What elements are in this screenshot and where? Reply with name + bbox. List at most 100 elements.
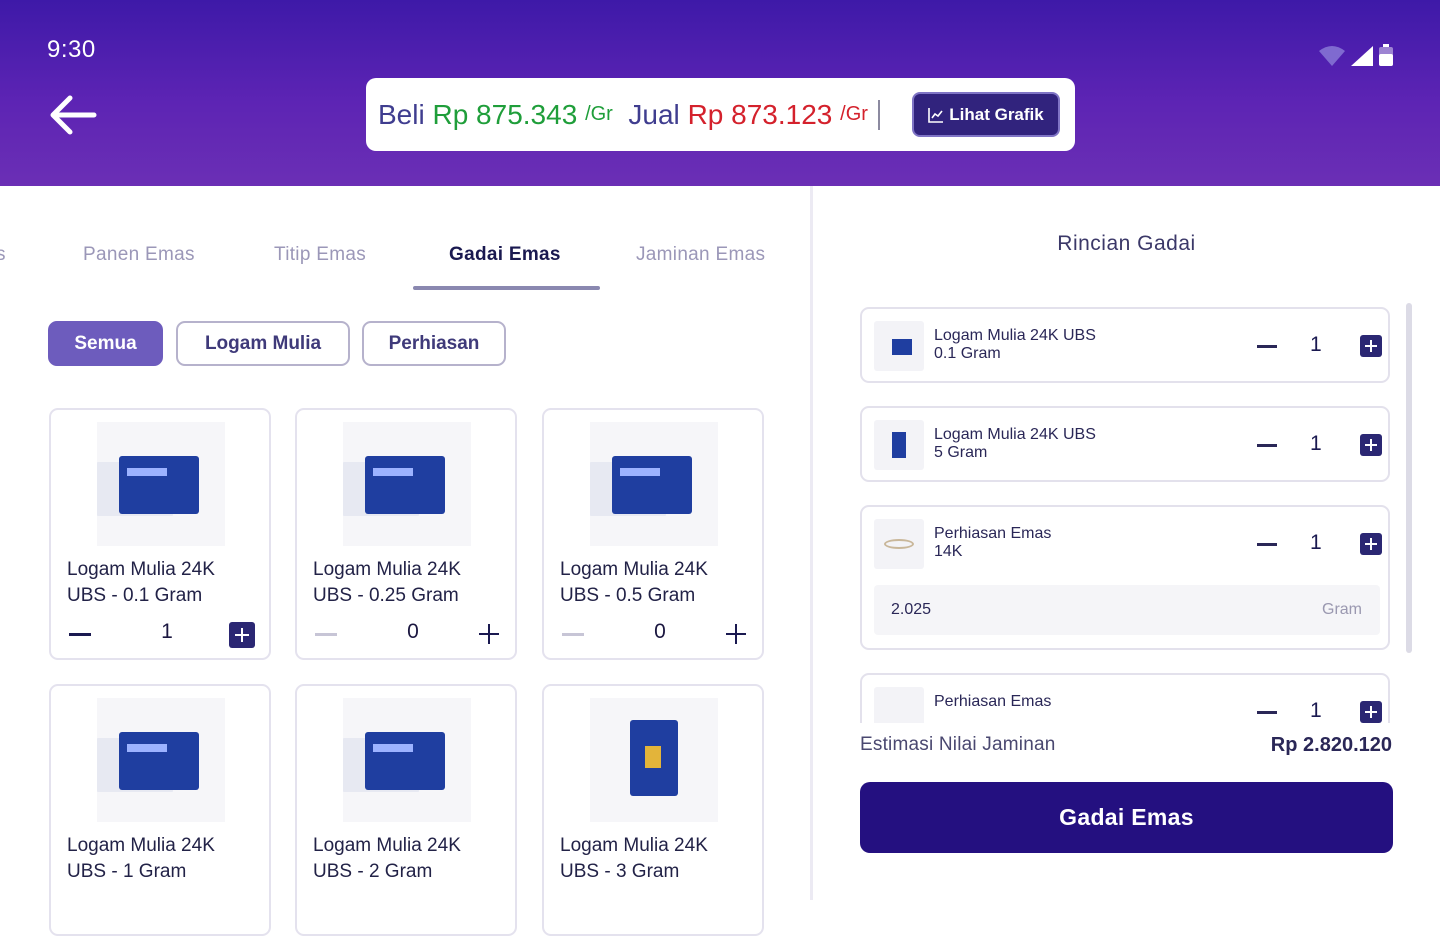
quantity-value: 1 [1310, 531, 1322, 554]
product-name-line2: UBS - 0.25 Gram [313, 585, 459, 606]
item-name: Perhiasan Emas [934, 693, 1052, 710]
tab-jaminan-emas[interactable]: Jaminan Emas [636, 244, 765, 266]
detail-item: Logam Mulia 24K UBS 0.1 Gram 1 [860, 307, 1390, 383]
product-name-line2: UBS - 2 Gram [313, 861, 433, 882]
buy-unit: /Gr [585, 103, 613, 125]
product-card[interactable]: Logam Mulia 24K UBS - 0.5 Gram 0 [542, 408, 764, 660]
item-image [874, 519, 924, 569]
increase-button[interactable] [1360, 701, 1382, 723]
weight-value: 2.025 [891, 601, 932, 618]
tab-panen-emas[interactable]: Panen Emas [83, 244, 195, 266]
increase-button[interactable] [1360, 434, 1382, 456]
item-name: Logam Mulia 24K UBS [934, 327, 1096, 344]
status-time: 9:30 [47, 36, 96, 63]
gold-price-bar: Beli Rp 875.343 /Gr Jual Rp 873.123 /Gr … [366, 78, 1075, 151]
quantity-value: 0 [407, 620, 419, 643]
buy-price: Rp 875.343 [432, 98, 578, 130]
weight-unit: Gram [1322, 601, 1362, 618]
back-arrow-icon[interactable] [48, 93, 98, 137]
view-chart-button[interactable]: Lihat Grafik [912, 92, 1060, 137]
filter-semua[interactable]: Semua [48, 321, 163, 366]
gadai-emas-button[interactable]: Gadai Emas [860, 782, 1393, 853]
item-name: Perhiasan Emas [934, 525, 1052, 542]
product-image [97, 422, 225, 546]
quantity-value: 1 [161, 620, 173, 643]
detail-title: Rincian Gadai [1057, 232, 1196, 255]
sell-unit: /Gr [840, 103, 868, 125]
detail-item: Perhiasan Emas 1 [860, 673, 1390, 723]
product-card[interactable]: Logam Mulia 24K UBS - 0.25 Gram 0 [295, 408, 517, 660]
sell-label: Jual [628, 98, 680, 130]
item-image [874, 420, 924, 470]
decrease-button[interactable] [1257, 345, 1277, 348]
detail-list: Logam Mulia 24K UBS 0.1 Gram 1 Logam Muli… [858, 303, 1394, 723]
filter-logam-mulia[interactable]: Logam Mulia [176, 321, 350, 366]
product-name-line1: Logam Mulia 24K [560, 835, 708, 856]
decrease-button[interactable] [562, 633, 584, 636]
product-name-line2: UBS - 0.1 Gram [67, 585, 203, 606]
battery-icon [1379, 44, 1393, 66]
product-card[interactable]: Logam Mulia 24K UBS - 1 Gram [49, 684, 271, 936]
product-name-line1: Logam Mulia 24K [313, 559, 461, 580]
tab-gadai-emas[interactable]: Gadai Emas [449, 244, 561, 266]
product-card[interactable]: Logam Mulia 24K UBS - 2 Gram [295, 684, 517, 936]
detail-item: Logam Mulia 24K UBS 5 Gram 1 [860, 406, 1390, 482]
service-tabs: s Panen Emas Titip Emas Gadai Emas Jamin… [0, 186, 810, 294]
estimate-label: Estimasi Nilai Jaminan [860, 734, 1056, 755]
product-image [343, 698, 471, 822]
product-card[interactable]: Logam Mulia 24K UBS - 0.1 Gram 1 [49, 408, 271, 660]
quantity-value: 1 [1310, 699, 1322, 722]
signal-icon [1351, 46, 1373, 66]
decrease-button[interactable] [1257, 444, 1277, 447]
quantity-value: 0 [654, 620, 666, 643]
product-image [343, 422, 471, 546]
decrease-button[interactable] [1257, 711, 1277, 714]
product-card[interactable]: Logam Mulia 24K UBS - 3 Gram [542, 684, 764, 936]
item-karat: 14K [934, 543, 963, 560]
active-tab-indicator [413, 286, 600, 290]
product-name-line1: Logam Mulia 24K [313, 835, 461, 856]
product-image [590, 698, 718, 822]
tab-titip-emas[interactable]: Titip Emas [274, 244, 366, 266]
decrease-button[interactable] [315, 633, 337, 636]
filter-perhiasan[interactable]: Perhiasan [362, 321, 506, 366]
quantity-value: 1 [1310, 333, 1322, 356]
tab-previous[interactable]: s [0, 244, 6, 266]
quantity-stepper: 0 [560, 620, 750, 650]
quantity-value: 1 [1310, 432, 1322, 455]
detail-item: Perhiasan Emas 14K 1 2.025 Gram [860, 505, 1390, 650]
item-weight: 0.1 Gram [934, 345, 1001, 362]
price-divider [877, 99, 880, 130]
weight-input[interactable]: 2.025 Gram [874, 585, 1380, 635]
detail-scrollbar[interactable] [1406, 303, 1412, 653]
buy-label: Beli [378, 98, 425, 130]
view-chart-label: Lihat Grafik [949, 104, 1044, 124]
decrease-button[interactable] [1257, 543, 1277, 546]
item-name: Logam Mulia 24K UBS [934, 426, 1096, 443]
product-name-line1: Logam Mulia 24K [67, 835, 215, 856]
product-name-line2: UBS - 3 Gram [560, 861, 680, 882]
increase-button[interactable] [477, 622, 501, 646]
decrease-button[interactable] [69, 633, 91, 636]
increase-button[interactable] [1360, 335, 1382, 357]
item-weight: 5 Gram [934, 444, 988, 461]
product-name-line1: Logam Mulia 24K [67, 559, 215, 580]
estimate-value: Rp 2.820.120 [1270, 734, 1392, 756]
product-image [590, 422, 718, 546]
panel-divider [810, 186, 813, 900]
status-icons [1319, 44, 1393, 66]
quantity-stepper: 0 [313, 620, 503, 650]
increase-button[interactable] [724, 622, 748, 646]
sell-price: Rp 873.123 [687, 98, 833, 130]
increase-button[interactable] [1360, 533, 1382, 555]
increase-button[interactable] [229, 622, 255, 648]
product-name-line2: UBS - 1 Gram [67, 861, 187, 882]
product-name-line1: Logam Mulia 24K [560, 559, 708, 580]
item-image [874, 321, 924, 371]
quantity-stepper: 1 [67, 620, 257, 650]
wifi-icon [1319, 46, 1345, 66]
app-header: 9:30 Beli Rp 875.343 /Gr Jual Rp 873.123… [0, 0, 1440, 186]
product-name-line2: UBS - 0.5 Gram [560, 585, 696, 606]
chart-icon [928, 107, 944, 123]
product-image [97, 698, 225, 822]
